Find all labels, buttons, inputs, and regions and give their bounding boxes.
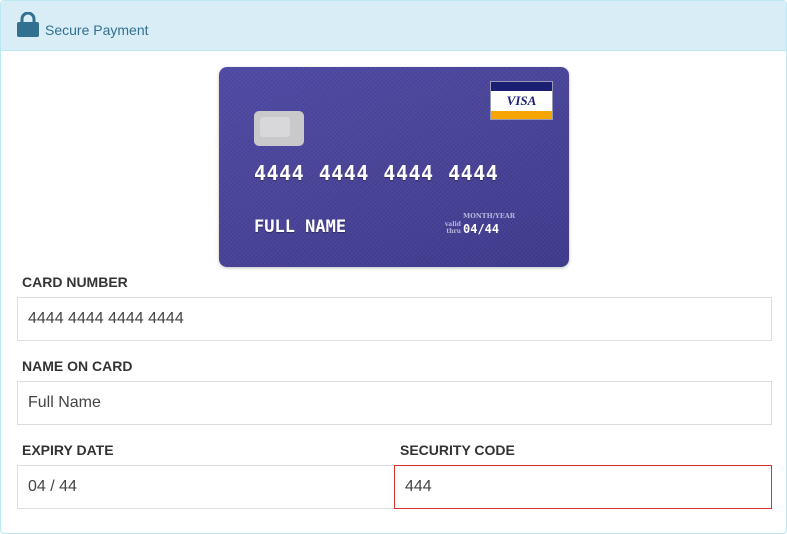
card-number-label: CARD NUMBER xyxy=(22,274,128,290)
panel-heading: Secure Payment xyxy=(1,1,786,51)
visa-logo: VISA xyxy=(490,81,553,120)
name-on-card-label: NAME ON CARD xyxy=(22,358,133,374)
card-number-input[interactable] xyxy=(17,297,772,341)
card-preview-valid-thru: valid thru xyxy=(441,221,461,235)
panel-title: Secure Payment xyxy=(45,22,149,38)
thru-label: thru xyxy=(446,228,461,235)
valid-label: valid xyxy=(444,221,461,228)
card-preview-month-year-label: MONTH/YEAR xyxy=(463,212,516,220)
card-preview-name: FULL NAME xyxy=(254,217,347,237)
chip-icon xyxy=(254,111,304,146)
security-code-input[interactable] xyxy=(394,465,772,509)
card-preview-expiry: 04/44 xyxy=(463,222,500,236)
security-code-label: SECURITY CODE xyxy=(400,442,515,458)
credit-card-preview: VISA 4444 4444 4444 4444 FULL NAME valid… xyxy=(219,67,569,267)
lock-icon xyxy=(17,12,39,37)
payment-panel: Secure Payment VISA 4444 4444 4444 4444 … xyxy=(0,0,787,534)
name-on-card-input[interactable] xyxy=(17,381,772,425)
card-preview-number: 4444 4444 4444 4444 xyxy=(254,161,499,185)
visa-logo-text: VISA xyxy=(506,93,537,108)
expiry-date-input[interactable] xyxy=(17,465,395,509)
expiry-date-label: EXPIRY DATE xyxy=(22,442,114,458)
